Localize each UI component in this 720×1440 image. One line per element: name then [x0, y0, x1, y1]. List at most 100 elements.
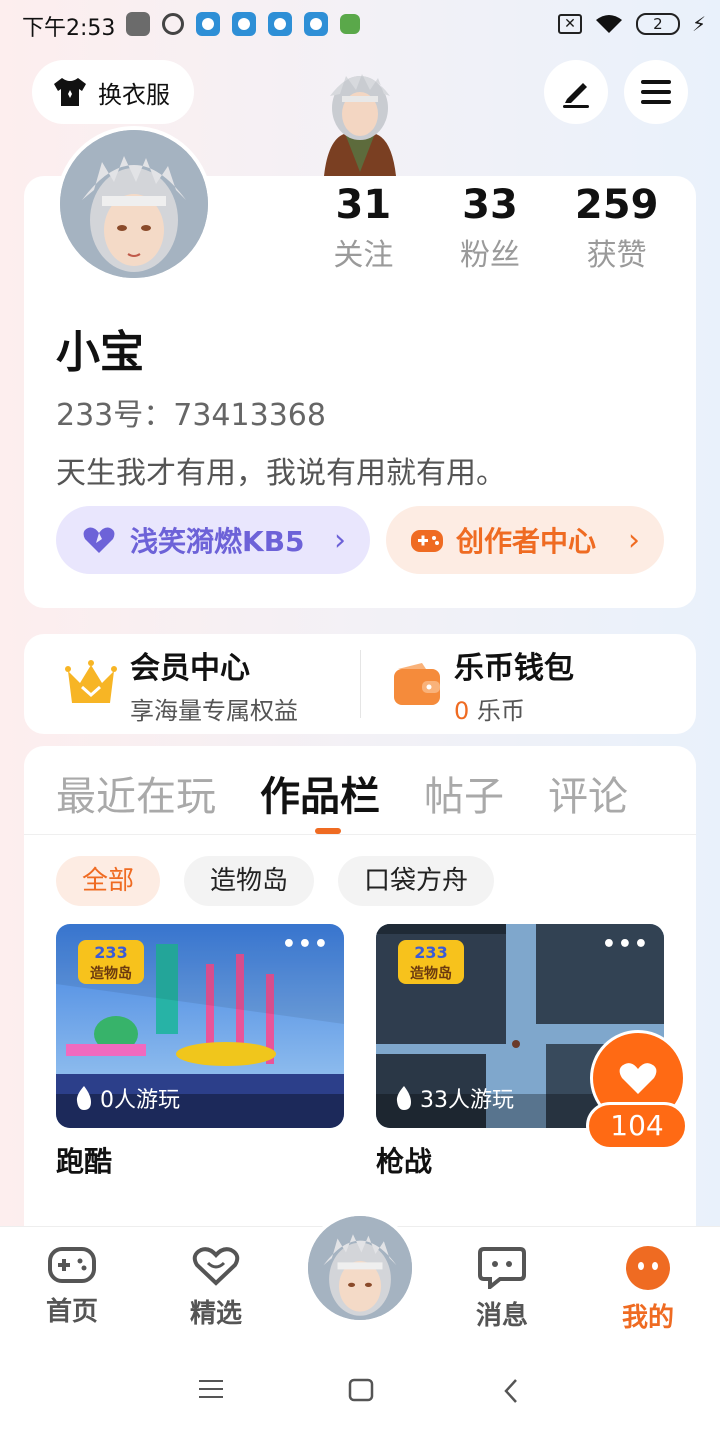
filter-all[interactable]: 全部 [56, 856, 161, 906]
system-status-icons: ✕ 2 ⚡ [557, 12, 706, 36]
nav-me[interactable]: 我的 [598, 1245, 698, 1334]
filter-pocket-ark[interactable]: 口袋方舟 [338, 856, 495, 906]
shirt-icon [54, 78, 86, 106]
avatar-image [308, 1216, 412, 1320]
tab-works[interactable]: 作品栏 [260, 764, 380, 822]
work-thumbnail: 233 造物岛 ••• 0人游玩 [56, 924, 344, 1128]
stat-followers[interactable]: 33 粉丝 [427, 182, 554, 274]
tab-recent[interactable]: 最近在玩 [56, 764, 216, 822]
outfit-label: 换衣服 [98, 80, 170, 109]
filter-chips: 全部 造物岛 口袋方舟 [56, 856, 495, 906]
heart-icon [83, 527, 115, 553]
level-button[interactable]: 浅笑漪燃KB5 › [56, 506, 370, 574]
face-icon [626, 1246, 670, 1290]
chat-icon [478, 1247, 526, 1292]
system-nav-bar [0, 1344, 720, 1440]
stat-value: 33 [462, 182, 518, 228]
pen-icon [563, 83, 589, 108]
content-card: 最近在玩 作品栏 帖子 评论 全部 造物岛 口袋方舟 233 造物岛 ••• 0… [24, 746, 696, 1246]
level-label: 浅笑漪燃KB5 [130, 525, 305, 558]
tab-comments[interactable]: 评论 [548, 764, 628, 822]
app-notification-icon [232, 12, 256, 36]
wallet-title: 乐币钱包 [454, 650, 574, 686]
creation-island-badge: 233 造物岛 [78, 940, 144, 984]
status-bar: 下午2:53 ✕ 2 ⚡ [0, 0, 720, 50]
svg-text:233: 233 [94, 943, 127, 962]
stat-label: 获赞 [586, 238, 647, 273]
nav-label: 我的 [621, 1303, 674, 1333]
back-icon[interactable] [502, 1378, 520, 1404]
svg-text:造物岛: 造物岛 [90, 965, 132, 982]
vip-center-entry[interactable]: 会员中心 享海量专属权益 [64, 634, 298, 734]
stat-label: 关注 [333, 238, 394, 273]
nav-label: 首页 [45, 1297, 98, 1327]
more-options-icon[interactable]: ••• [282, 932, 330, 957]
vip-title: 会员中心 [130, 650, 250, 686]
like-float-button[interactable]: 104 [586, 1030, 688, 1150]
user-id: 233号：73413368 [56, 398, 326, 433]
flame-icon [76, 1086, 91, 1110]
vip-subtitle: 享海量专属权益 [130, 696, 298, 725]
stat-label: 粉丝 [460, 238, 520, 273]
heart-bubble-icon [192, 1247, 240, 1286]
stat-value: 31 [335, 182, 392, 228]
wallet-entry[interactable]: 乐币钱包 0 乐币 [392, 634, 574, 734]
menu-button[interactable] [624, 60, 688, 124]
recent-apps-icon[interactable] [198, 1378, 224, 1400]
nav-featured[interactable]: 精选 [166, 1245, 266, 1330]
svg-text:233: 233 [414, 943, 447, 962]
membership-card: 会员中心 享海量专属权益 乐币钱包 0 乐币 [24, 634, 696, 734]
gamepad-icon [48, 1247, 96, 1283]
content-tabs: 最近在玩 作品栏 帖子 评论 [56, 764, 628, 822]
crown-icon [65, 660, 117, 703]
work-card[interactable]: 233 造物岛 ••• 0人游玩 跑酷 [56, 924, 344, 1180]
wallet-icon [394, 663, 440, 705]
stat-likes[interactable]: 259 获赞 [553, 182, 680, 274]
home-icon[interactable] [348, 1378, 374, 1402]
gamepad-icon [411, 530, 443, 552]
no-sim-icon: ✕ [557, 14, 582, 34]
play-count-text: 0人游玩 [100, 1088, 180, 1113]
character-model[interactable] [300, 56, 420, 176]
nav-avatar-button[interactable] [304, 1212, 416, 1324]
divider [360, 650, 361, 718]
nav-label: 消息 [475, 1301, 528, 1331]
character-image [324, 74, 396, 176]
nav-home[interactable]: 首页 [22, 1245, 122, 1328]
status-time: 下午2:53 [22, 16, 116, 41]
wifi-icon [595, 15, 622, 33]
creator-center-button[interactable]: 创作者中心 › [386, 506, 664, 574]
filter-creation-island[interactable]: 造物岛 [184, 856, 315, 906]
more-options-icon[interactable]: ••• [602, 932, 650, 957]
music-notification-icon [162, 13, 184, 35]
heart-icon [619, 1063, 657, 1094]
play-count: 0人游玩 [74, 1082, 180, 1114]
creator-label: 创作者中心 [456, 525, 597, 558]
app-notification-icon [340, 14, 360, 34]
tab-posts[interactable]: 帖子 [424, 764, 504, 822]
nav-messages[interactable]: 消息 [452, 1245, 552, 1332]
battery-icon: 2 [635, 13, 680, 35]
svg-text:造物岛: 造物岛 [410, 965, 452, 982]
stat-value: 259 [574, 182, 659, 228]
play-count: 33人游玩 [394, 1082, 514, 1114]
nav-label: 精选 [189, 1299, 242, 1329]
hamburger-icon [641, 80, 671, 104]
stat-following[interactable]: 31 关注 [300, 182, 427, 274]
wallet-amount: 0 [454, 696, 470, 725]
creation-island-badge: 233 造物岛 [398, 940, 464, 984]
flame-icon [396, 1086, 411, 1110]
profile-avatar[interactable] [56, 126, 212, 282]
app-notification-icon [126, 12, 150, 36]
work-title: 跑酷 [56, 1145, 113, 1178]
chevron-right-icon: › [628, 522, 640, 558]
stats-row: 31 关注 33 粉丝 259 获赞 [300, 182, 680, 274]
edit-profile-button[interactable] [544, 60, 608, 124]
outfit-button[interactable]: 换衣服 [32, 60, 194, 124]
username: 小宝 [56, 327, 144, 378]
app-notification-icon [304, 12, 328, 36]
app-notification-icon [196, 12, 220, 36]
app-notification-icon [268, 12, 292, 36]
divider [24, 834, 696, 835]
like-count: 104 [586, 1102, 688, 1150]
